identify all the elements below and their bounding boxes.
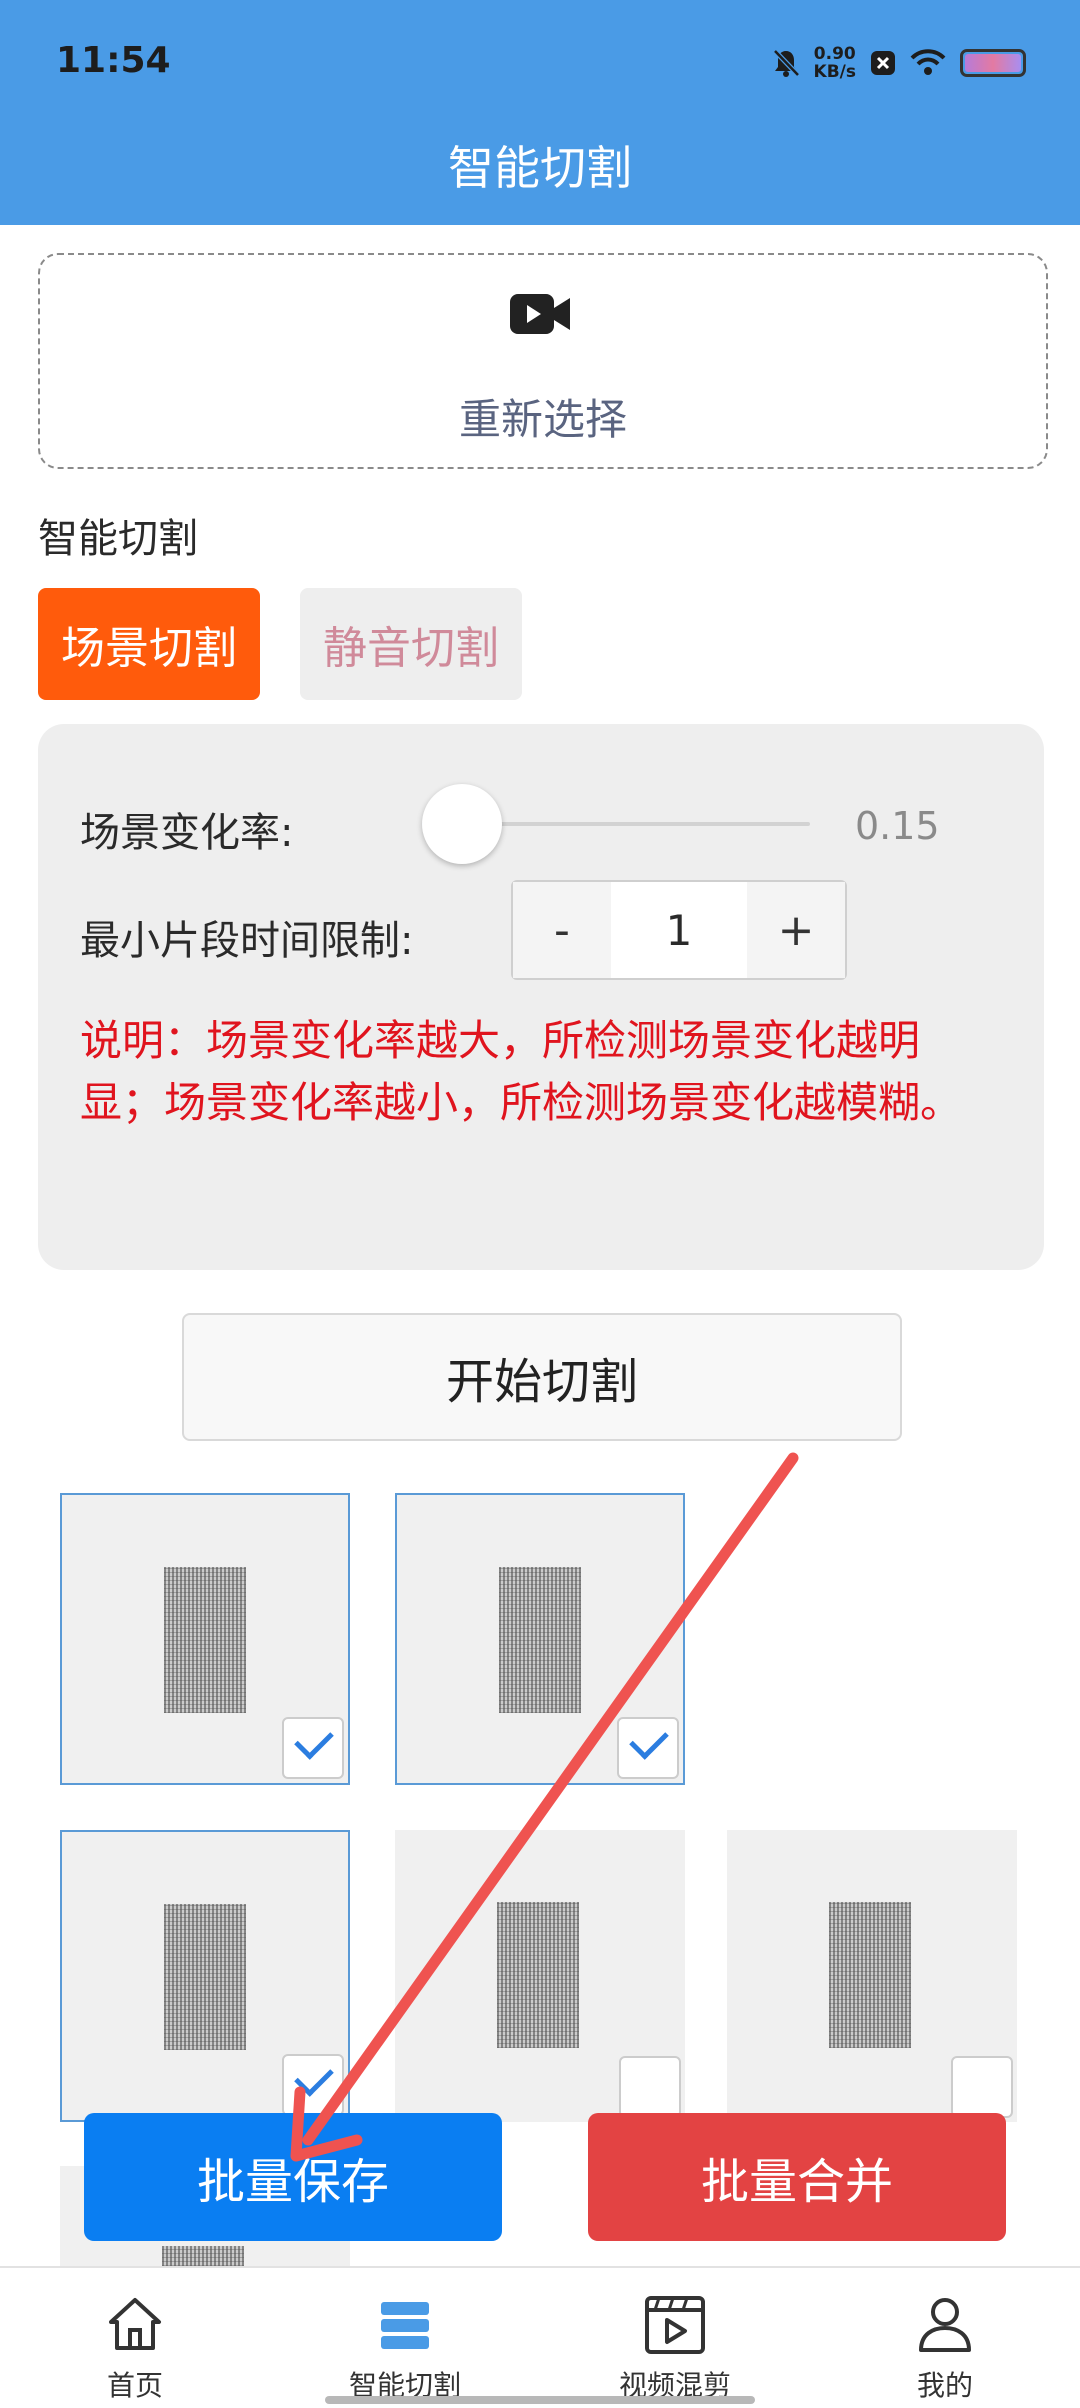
app-header: 11:54 0.90 KB/s 智能切割 [0,0,1080,225]
scene-rate-slider-thumb[interactable] [422,784,502,864]
clip-preview [164,1904,246,2050]
clip-checkbox[interactable] [951,2056,1013,2118]
status-icons: 0.90 KB/s [772,40,1026,86]
nav-item-mine[interactable]: 我的 [810,2268,1080,2408]
home-indicator[interactable] [325,2396,755,2404]
nav-item-video-mix[interactable]: 视频混剪 [540,2268,810,2408]
app-notification-icon [871,51,895,75]
checkmark-icon [629,1720,669,1760]
video-camera-icon [510,294,570,334]
nav-item-smart-cut[interactable]: 智能切割 [270,2268,540,2408]
clip-thumbnail[interactable] [60,1830,350,2122]
clip-thumbnail[interactable] [60,1493,350,1785]
net-speed-unit: KB/s [813,62,856,82]
stepper-value[interactable]: 1 [611,882,747,978]
video-clip-icon [645,2296,705,2354]
stepper-plus-button[interactable]: + [747,882,845,978]
clip-checkbox[interactable] [617,1717,679,1779]
clip-checkbox[interactable] [282,2054,344,2116]
clip-thumbnail[interactable] [395,1830,685,2122]
home-icon [109,2298,161,2350]
checkmark-icon [294,2057,334,2097]
tab-scene-cut[interactable]: 场景切割 [38,588,260,700]
clip-checkbox[interactable] [282,1717,344,1779]
batch-merge-button[interactable]: 批量合并 [588,2113,1006,2241]
net-speed: 0.90 KB/s [814,45,856,81]
clip-preview [164,1567,246,1713]
status-time: 11:54 [56,40,171,81]
explanation-note: 说明：场景变化率越大，所检测场景变化越明显；场景变化率越小，所检测场景变化越模糊… [80,1016,963,1127]
scene-rate-value: 0.15 [855,804,940,848]
min-segment-stepper: - 1 + [511,880,847,980]
clip-preview [497,1902,579,2048]
clip-checkbox[interactable] [619,2056,681,2118]
clip-thumbnail[interactable] [395,1493,685,1785]
stepper-minus-button[interactable]: - [513,882,611,978]
battery-icon [960,49,1026,77]
clip-preview [829,1902,911,2048]
checkmark-icon [294,1720,334,1760]
min-segment-label: 最小片段时间限制: [80,918,414,964]
nav-item-home[interactable]: 首页 [0,2268,270,2408]
net-speed-value: 0.90 [813,44,856,64]
tab-silence-cut[interactable]: 静音切割 [300,588,522,700]
screen: 11:54 0.90 KB/s 智能切割 重新选择 智能切割 场景切割 静音切割… [0,0,1080,2408]
batch-save-button[interactable]: 批量保存 [84,2113,502,2241]
reselect-label: 重新选择 [458,395,627,444]
user-icon [919,2298,971,2352]
cut-icon [381,2302,429,2349]
page-title: 智能切割 [448,141,632,195]
scene-rate-label: 场景变化率: [80,810,294,856]
start-cut-button[interactable]: 开始切割 [182,1313,902,1441]
nav-label-mine: 我的 [916,2369,973,2402]
clip-preview [499,1567,581,1713]
section-title: 智能切割 [38,516,198,562]
clip-preview [162,2246,244,2266]
nav-label-home: 首页 [106,2369,163,2402]
wifi-icon [910,49,946,75]
mute-bell-icon [772,49,800,77]
clip-thumbnail[interactable] [727,1830,1017,2122]
bottom-nav: 首页 智能切割 视频混剪 我的 [0,2266,1080,2408]
